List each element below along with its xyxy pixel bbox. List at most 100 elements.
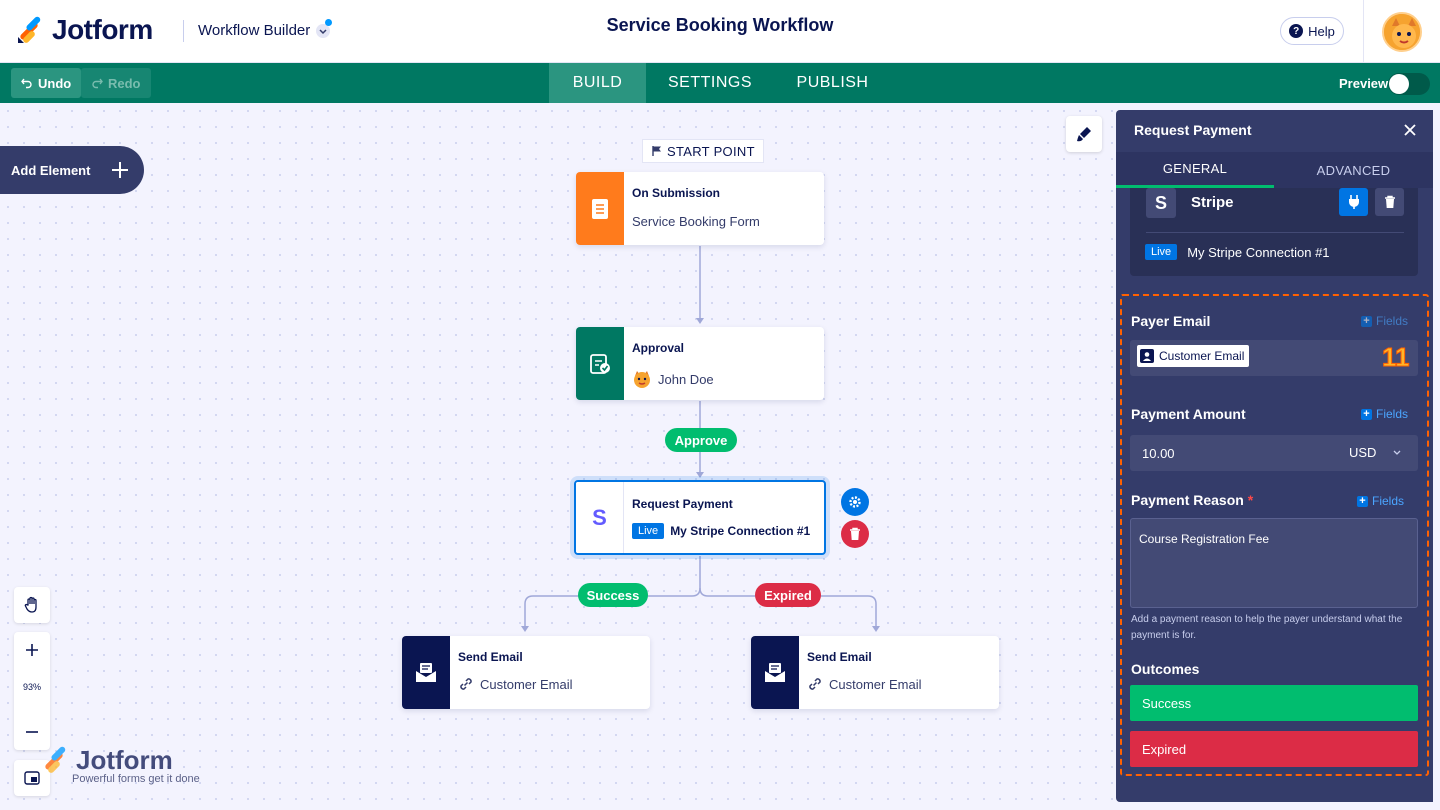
outcome-expired[interactable]: Expired <box>1130 731 1418 767</box>
stripe-icon: S <box>576 482 624 553</box>
email-icon <box>402 636 450 709</box>
watermark-tagline: Powerful forms get it done <box>72 773 200 785</box>
node-settings-button[interactable] <box>841 488 869 516</box>
payment-reason-label: Payment Reason * <box>1131 492 1253 508</box>
stripe-connection-name: My Stripe Connection #1 <box>670 524 811 538</box>
live-badge: Live <box>1145 244 1178 260</box>
zoom-in-button[interactable] <box>14 632 50 668</box>
fields-label: Fields <box>1376 407 1409 421</box>
node-send-email-success[interactable]: Send Email Customer Email <box>402 636 650 709</box>
node-subtitle-row: John Doe <box>632 369 714 389</box>
payment-amount-input[interactable]: 10.00 USD <box>1130 435 1418 471</box>
close-icon[interactable] <box>1402 122 1418 138</box>
payment-reason-help: Add a payment reason to help the payer u… <box>1131 614 1403 641</box>
step-number-badge: 11 <box>1382 342 1410 373</box>
trash-icon <box>1384 195 1395 208</box>
trash-icon <box>850 527 860 540</box>
stripe-logo: S <box>1146 188 1176 218</box>
connection-name: My Stripe Connection #1 <box>1187 244 1330 260</box>
zoom-level: 93% <box>22 682 41 692</box>
node-send-email-expired[interactable]: Send Email Customer Email <box>751 636 999 709</box>
email-recipient: Customer Email <box>829 676 922 692</box>
reason-value: Course Registration Fee <box>1139 532 1270 546</box>
fields-label: Fields <box>1372 494 1405 508</box>
node-delete-button[interactable] <box>841 520 869 548</box>
gateway-connect-button[interactable] <box>1339 188 1368 216</box>
plus-square-icon: + <box>1357 495 1368 507</box>
plus-square-icon: + <box>1361 408 1372 420</box>
payer-email-label: Payer Email <box>1131 313 1211 329</box>
node-subtitle-row: Customer Email <box>458 676 572 692</box>
avatar-cat-icon <box>1384 14 1420 50</box>
plus-icon <box>26 644 38 656</box>
node-on-submission[interactable]: On Submission Service Booking Form <box>576 172 824 245</box>
preview-label: Preview <box>1339 76 1389 91</box>
gear-icon <box>849 496 861 508</box>
node-title: Request Payment <box>632 497 733 511</box>
payer-email-input[interactable]: Customer Email <box>1130 340 1418 376</box>
email-icon <box>751 636 799 709</box>
payment-reason-textarea[interactable]: Course Registration Fee <box>1130 518 1418 608</box>
style-brush-button[interactable] <box>1066 116 1102 152</box>
preview-toggle[interactable] <box>1388 73 1430 95</box>
node-title: On Submission <box>632 186 721 200</box>
node-request-payment[interactable]: S Request Payment Live My Stripe Connect… <box>574 480 826 555</box>
toggle-knob <box>1389 74 1409 94</box>
minimap-icon <box>24 771 40 785</box>
contact-card-icon <box>1140 349 1154 363</box>
help-button[interactable]: ? Help <box>1280 17 1344 45</box>
chip-label: Customer Email <box>1159 349 1245 363</box>
watermark-logo-icon <box>45 746 66 773</box>
user-avatar-icon <box>634 371 650 388</box>
minus-icon <box>26 731 38 733</box>
node-title: Approval <box>632 341 685 355</box>
tab-advanced[interactable]: ADVANCED <box>1274 152 1433 188</box>
payment-amount-fields-button[interactable]: + Fields <box>1361 407 1408 421</box>
flag-icon <box>652 146 661 156</box>
brush-icon <box>1077 127 1091 142</box>
plus-icon <box>112 162 128 178</box>
link-icon <box>809 678 821 690</box>
plus-square-icon: + <box>1361 315 1372 327</box>
payer-email-fields-button[interactable]: + Fields <box>1361 314 1408 328</box>
add-element-button[interactable]: Add Element <box>0 146 144 194</box>
amount-value: 10.00 <box>1142 446 1175 461</box>
panel-title: Request Payment <box>1134 122 1252 138</box>
pan-tool-button[interactable] <box>14 587 50 623</box>
start-point-label: START POINT <box>642 139 764 163</box>
avatar[interactable] <box>1382 12 1422 52</box>
live-badge: Live <box>632 523 665 539</box>
branch-approve[interactable]: Approve <box>665 428 737 452</box>
question-icon: ? <box>1289 24 1304 38</box>
zoom-controls: 93% <box>14 632 50 750</box>
gateway-name: Stripe <box>1191 194 1234 211</box>
node-subtitle-row: Live My Stripe Connection #1 <box>632 523 810 539</box>
chevron-down-icon <box>1393 450 1401 455</box>
outcomes-label: Outcomes <box>1131 661 1200 677</box>
add-element-label: Add Element <box>11 162 91 178</box>
connection-row: Live My Stripe Connection #1 <box>1145 244 1330 260</box>
required-asterisk: * <box>1247 492 1254 508</box>
tab-general[interactable]: GENERAL <box>1116 152 1274 188</box>
currency-select[interactable]: USD <box>1349 445 1376 460</box>
payment-gateway-card: S Stripe Live My Stripe Connection #1 <box>1130 188 1418 276</box>
start-point-text: START POINT <box>667 143 755 159</box>
branch-success[interactable]: Success <box>578 583 648 607</box>
plug-icon <box>1348 195 1359 209</box>
email-recipient: Customer Email <box>480 676 573 692</box>
properties-panel: Request Payment GENERAL ADVANCED S Strip… <box>1116 110 1433 802</box>
node-approval[interactable]: Approval John Doe <box>576 327 824 400</box>
gateway-delete-button[interactable] <box>1375 188 1404 216</box>
card-divider <box>1146 232 1404 233</box>
node-subtitle-row: Customer Email <box>807 676 921 692</box>
approver-name: John Doe <box>658 371 714 387</box>
watermark-name: Jotform <box>76 745 173 775</box>
approval-icon <box>576 327 624 400</box>
link-icon <box>460 678 472 690</box>
fields-label: Fields <box>1376 314 1409 328</box>
field-chip[interactable]: Customer Email <box>1137 345 1250 367</box>
payment-reason-fields-button[interactable]: + Fields <box>1357 494 1404 508</box>
outcome-success[interactable]: Success <box>1130 685 1418 721</box>
branch-expired[interactable]: Expired <box>755 583 821 607</box>
hand-icon <box>24 596 37 613</box>
